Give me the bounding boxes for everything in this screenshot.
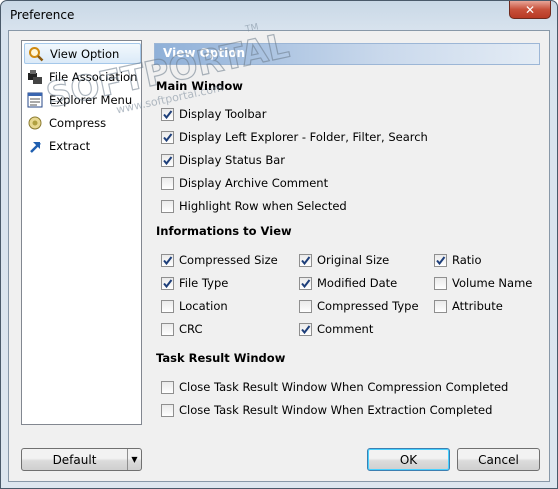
info-option[interactable]: Compressed Size (161, 252, 278, 268)
checkbox-checked[interactable] (161, 276, 174, 290)
checkbox-label: Attribute (452, 299, 503, 313)
main-window-option[interactable]: Display Left Explorer - Folder, Filter, … (161, 129, 428, 145)
checkbox-unchecked[interactable] (161, 403, 174, 417)
explorer-menu-icon (27, 92, 43, 107)
checkbox-checked[interactable] (434, 253, 447, 267)
checkbox-unchecked[interactable] (161, 299, 174, 313)
checkbox-label: Location (179, 299, 228, 313)
checkbox-unchecked[interactable] (161, 322, 174, 336)
checkbox-label: Highlight Row when Selected (179, 199, 347, 213)
checkbox-checked[interactable] (299, 276, 312, 290)
checkmark-icon (436, 255, 446, 265)
checkbox-checked[interactable] (161, 153, 174, 167)
magnifier-icon (29, 46, 44, 61)
nav-label: Compress (49, 115, 107, 130)
checkbox-checked[interactable] (161, 253, 174, 267)
info-option[interactable]: Attribute (434, 298, 503, 314)
info-option[interactable]: Modified Date (299, 275, 397, 291)
main-window-group-title: Main Window (156, 79, 243, 93)
nav-label: View Option (50, 46, 120, 61)
info-option[interactable]: Ratio (434, 252, 482, 268)
compress-icon (28, 116, 42, 129)
checkbox-label: CRC (179, 322, 203, 336)
close-icon: ✕ (524, 2, 536, 17)
checkmark-icon (301, 255, 311, 265)
checkbox-label: File Type (179, 276, 229, 290)
nav-label: File Association (49, 69, 138, 84)
info-option[interactable]: Comment (299, 321, 373, 337)
checkmark-icon (163, 155, 173, 165)
checkmark-icon (163, 278, 173, 288)
checkbox-checked[interactable] (299, 322, 312, 336)
nav-item-extract[interactable]: Extract (24, 135, 141, 156)
checkbox-label: Display Status Bar (179, 153, 286, 167)
checkbox-label: Compressed Type (317, 299, 419, 313)
info-option[interactable]: CRC (161, 321, 202, 337)
checkbox-unchecked[interactable] (434, 276, 447, 290)
checkbox-label: Display Toolbar (179, 107, 267, 121)
checkmark-icon (163, 255, 173, 265)
default-button[interactable]: Default ▼ (21, 448, 142, 471)
checkbox-label: Ratio (452, 253, 482, 267)
checkbox-label: Close Task Result Window When Compressio… (179, 380, 509, 394)
preference-window: Preference ✕ View Option File Associatio… (0, 0, 558, 489)
checkmark-icon (301, 278, 311, 288)
task-result-option[interactable]: Close Task Result Window When Extraction… (161, 402, 492, 418)
category-list: View Option File Association Explorer Me… (21, 40, 142, 425)
default-button-label: Default (52, 452, 97, 467)
informations-group-title: Informations to View (156, 224, 292, 238)
checkbox-checked[interactable] (161, 107, 174, 121)
checkbox-unchecked[interactable] (434, 299, 447, 313)
checkmark-icon (163, 132, 173, 142)
checkmark-icon (301, 324, 311, 334)
checkbox-label: Modified Date (317, 276, 398, 290)
checkbox-label: Original Size (317, 253, 390, 267)
title-bar[interactable]: Preference ✕ (1, 1, 557, 29)
checkbox-unchecked[interactable] (161, 199, 174, 213)
main-window-option[interactable]: Highlight Row when Selected (161, 198, 347, 214)
extract-arrow-icon (30, 141, 41, 153)
checkbox-unchecked[interactable] (161, 176, 174, 190)
nav-item-file-association[interactable]: File Association (24, 66, 141, 87)
checkmark-icon (163, 109, 173, 119)
nav-item-explorer-menu[interactable]: Explorer Menu (24, 89, 141, 110)
window-title: Preference (10, 8, 75, 22)
checkbox-label: Display Archive Comment (179, 176, 329, 190)
checkbox-unchecked[interactable] (161, 380, 174, 394)
checkbox-checked[interactable] (161, 130, 174, 144)
checkbox-label: Compressed Size (179, 253, 278, 267)
info-option[interactable]: File Type (161, 275, 228, 291)
checkbox-unchecked[interactable] (299, 299, 312, 313)
info-option[interactable]: Location (161, 298, 228, 314)
main-window-option[interactable]: Display Status Bar (161, 152, 285, 168)
file-association-icon (28, 69, 42, 84)
close-button[interactable]: ✕ (509, 1, 551, 19)
nav-item-compress[interactable]: Compress (24, 112, 141, 133)
checkbox-label: Display Left Explorer - Folder, Filter, … (179, 130, 428, 144)
checkbox-label: Volume Name (452, 276, 533, 290)
ok-button[interactable]: OK (367, 448, 450, 471)
task-result-option[interactable]: Close Task Result Window When Compressio… (161, 379, 508, 395)
nav-label: Explorer Menu (49, 92, 133, 107)
checkbox-checked[interactable] (299, 253, 312, 267)
main-window-option[interactable]: Display Archive Comment (161, 175, 328, 191)
section-header: View Option (154, 43, 540, 65)
main-window-option[interactable]: Display Toolbar (161, 106, 266, 122)
info-option[interactable]: Original Size (299, 252, 389, 268)
info-option[interactable]: Compressed Type (299, 298, 419, 314)
dialog-body: View Option File Association Explorer Me… (8, 30, 550, 482)
info-option[interactable]: Volume Name (434, 275, 532, 291)
nav-item-view-option[interactable]: View Option (24, 43, 141, 64)
checkbox-label: Close Task Result Window When Extraction… (179, 403, 493, 417)
task-result-group-title: Task Result Window (156, 351, 286, 365)
nav-label: Extract (49, 138, 91, 153)
cancel-button[interactable]: Cancel (457, 448, 540, 471)
checkbox-label: Comment (317, 322, 374, 336)
chevron-down-icon[interactable]: ▼ (127, 449, 141, 470)
